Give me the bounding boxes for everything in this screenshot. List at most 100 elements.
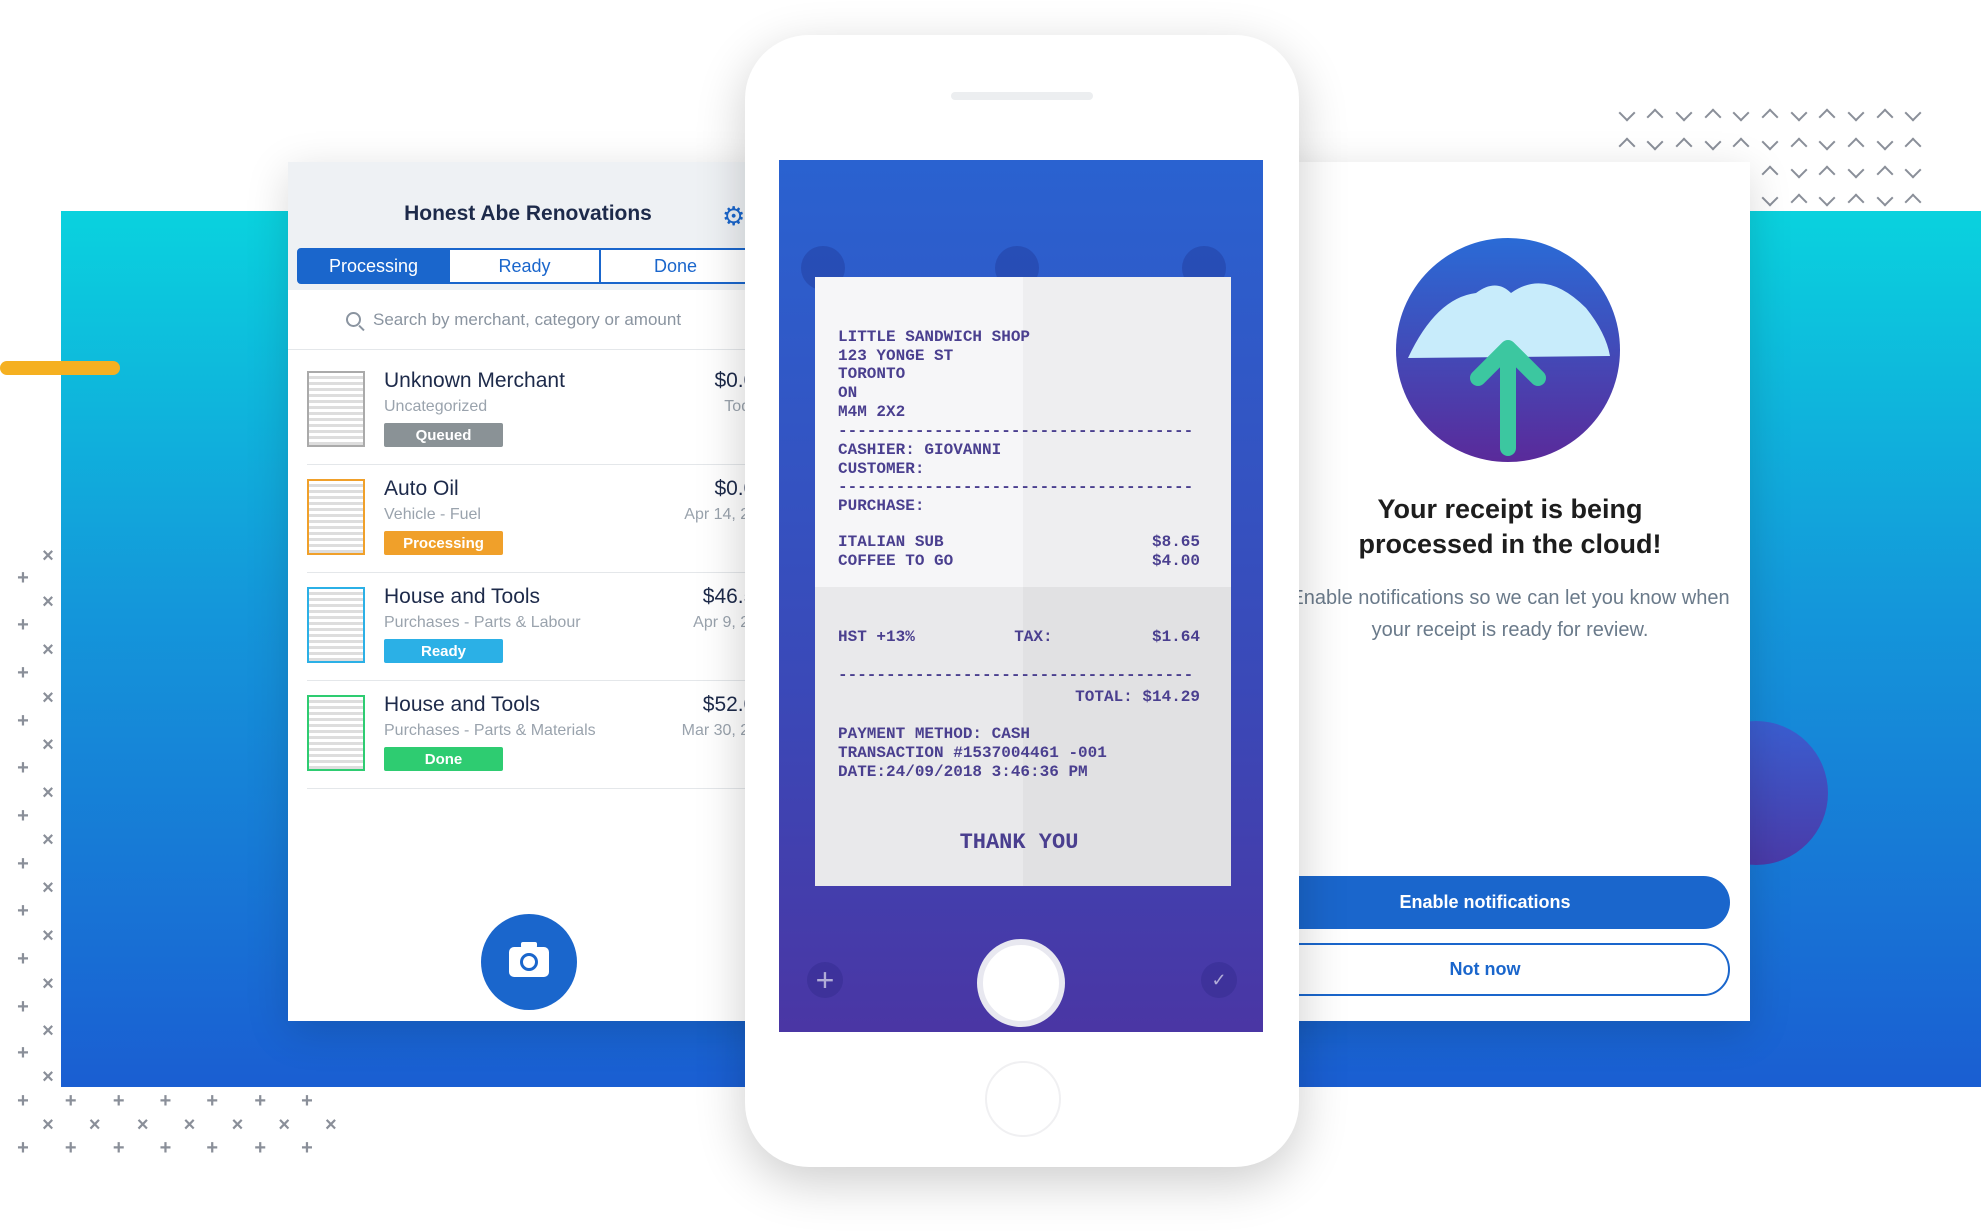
chevron-up-icon [1904, 137, 1922, 155]
status-badge: Ready [384, 639, 503, 663]
cross-decoration: × [88, 1114, 101, 1137]
plus-decoration: + [17, 1137, 29, 1160]
chevron-down-icon [1646, 133, 1664, 151]
receipt-text: 123 YONGE ST [838, 347, 954, 365]
chevron-up-icon [1876, 108, 1894, 126]
receipt-text: $8.65 [1151, 533, 1200, 551]
enable-notifications-button[interactable]: Enable notifications [1240, 876, 1730, 929]
chevron-down-icon [1904, 161, 1922, 179]
receipt-text: HST +13% [838, 628, 915, 646]
processing-subtitle: Enable notifications so we can let you k… [1290, 587, 1730, 641]
shutter-button[interactable] [977, 939, 1065, 1027]
chevron-down-icon [1904, 104, 1922, 122]
yellow-accent-bar [0, 361, 120, 375]
chevron-down-icon [1790, 104, 1808, 122]
receipt-text: $1.64 [1151, 628, 1200, 646]
receipt-line: DATE:24/09/2018 3:46:36 PM [838, 763, 1200, 782]
cross-decoration: × [278, 1114, 291, 1137]
receipt-row[interactable]: House and Tools Purchases - Parts & Mate… [307, 681, 768, 789]
plus-decoration: + [17, 852, 29, 875]
receipt-line: CASHIER: GIOVANNI [838, 441, 1200, 460]
receipt-text: M4M 2X2 [838, 403, 906, 421]
chevron-up-icon [1790, 137, 1808, 155]
cross-decoration: × [42, 1066, 54, 1089]
camera-screen: LITTLE SANDWICH SHOP 123 YONGE ST TORONTO O… [779, 160, 1263, 1032]
cloud-upload-icon [1396, 238, 1620, 462]
cross-decoration: × [136, 1114, 149, 1137]
plus-decoration: + [64, 1137, 77, 1160]
status-badge: Queued [384, 423, 503, 447]
cross-decoration: × [42, 639, 54, 662]
cross-decoration: × [42, 1114, 54, 1137]
receipt-text: PURCHASE: [838, 497, 925, 515]
chevron-up-icon [1904, 193, 1922, 211]
plus-decoration: + [17, 1042, 29, 1065]
cross-decoration: × [42, 687, 54, 710]
receipt-line: ------------------------------------- [838, 666, 1200, 685]
receipt-line: ITALIAN SUB $8.65 [838, 533, 1200, 552]
receipt-thanks: THANK YOU [959, 830, 1079, 855]
cross-decoration: × [42, 876, 54, 899]
chevron-up-icon [1761, 165, 1779, 183]
tab-processing[interactable]: Processing [297, 248, 450, 284]
chevron-down-icon [1790, 161, 1808, 179]
cross-decoration: × [42, 591, 54, 614]
receipt-line: TOTAL: $14.29 [838, 688, 1200, 707]
receipt-text: TORONTO [838, 365, 906, 383]
title-line-1: Your receipt is being [1377, 494, 1643, 524]
chevron-down-icon [1675, 104, 1693, 122]
chevron-up-icon [1761, 108, 1779, 126]
search-icon [346, 312, 361, 327]
cloud-processing-card: Your receipt is being processed in the c… [1240, 162, 1750, 1021]
plus-decoration: + [17, 662, 29, 685]
receipt-line: TORONTO [838, 365, 1200, 384]
receipt-text: TRANSACTION #1537004461 -001 [838, 744, 1107, 762]
home-button[interactable] [985, 1061, 1061, 1137]
chevron-down-icon [1704, 133, 1722, 151]
plus-decoration: + [17, 947, 29, 970]
chevron-up-icon [1876, 165, 1894, 183]
chevron-down-icon [1761, 133, 1779, 151]
receipt-text: ITALIAN SUB [838, 533, 944, 551]
plus-decoration: + [254, 1090, 267, 1113]
plus-decoration: + [301, 1090, 313, 1113]
cross-decoration: × [42, 544, 54, 567]
chevron-up-icon [1790, 193, 1808, 211]
search-input[interactable]: Search by merchant, category or amount [288, 290, 768, 350]
receipt-text: $4.00 [1151, 552, 1200, 570]
receipt-line: ON [838, 384, 1200, 403]
receipt-line: LITTLE SANDWICH SHOP [838, 328, 1200, 347]
receipt-row[interactable]: Auto Oil Vehicle - Fuel Processing $0.00… [307, 465, 768, 573]
category: Vehicle - Fuel [384, 506, 481, 523]
camera-icon [509, 942, 549, 977]
chevron-up-icon [1618, 137, 1636, 155]
camera-button[interactable] [481, 914, 577, 1010]
receipt-row[interactable]: Unknown Merchant Uncategorized Queued $0… [307, 357, 768, 465]
plus-decoration: + [17, 756, 29, 779]
tab-ready[interactable]: Ready [448, 248, 601, 284]
chevron-up-icon [1818, 165, 1836, 183]
cross-decoration: × [231, 1114, 244, 1137]
plus-decoration: + [112, 1137, 125, 1160]
receipt-text: ON [838, 384, 858, 402]
not-now-button[interactable]: Not now [1240, 943, 1730, 996]
chevron-up-icon [1847, 193, 1865, 211]
receipt-line: PURCHASE: [838, 497, 1200, 516]
cross-decoration: × [42, 734, 54, 757]
receipt-thumbnail [307, 371, 365, 447]
plus-decoration: + [17, 614, 29, 637]
plus-decoration: + [301, 1137, 313, 1160]
receipt-thumbnail [307, 479, 365, 555]
receipt-row[interactable]: House and Tools Purchases - Parts & Labo… [307, 573, 768, 681]
cross-decoration: × [42, 924, 54, 947]
receipt-line: TRANSACTION #1537004461 -001 [838, 744, 1200, 763]
plus-decoration: + [64, 1090, 77, 1113]
receipt-line: 123 YONGE ST [838, 347, 1200, 366]
receipt-text: COFFEE TO GO [838, 552, 954, 570]
add-icon[interactable]: + [807, 962, 843, 998]
receipt-line: CUSTOMER: [838, 460, 1200, 479]
category: Uncategorized [384, 398, 488, 415]
check-icon[interactable]: ✓ [1201, 962, 1237, 998]
tab-done[interactable]: Done [599, 248, 752, 284]
chevron-up-icon [1818, 108, 1836, 126]
